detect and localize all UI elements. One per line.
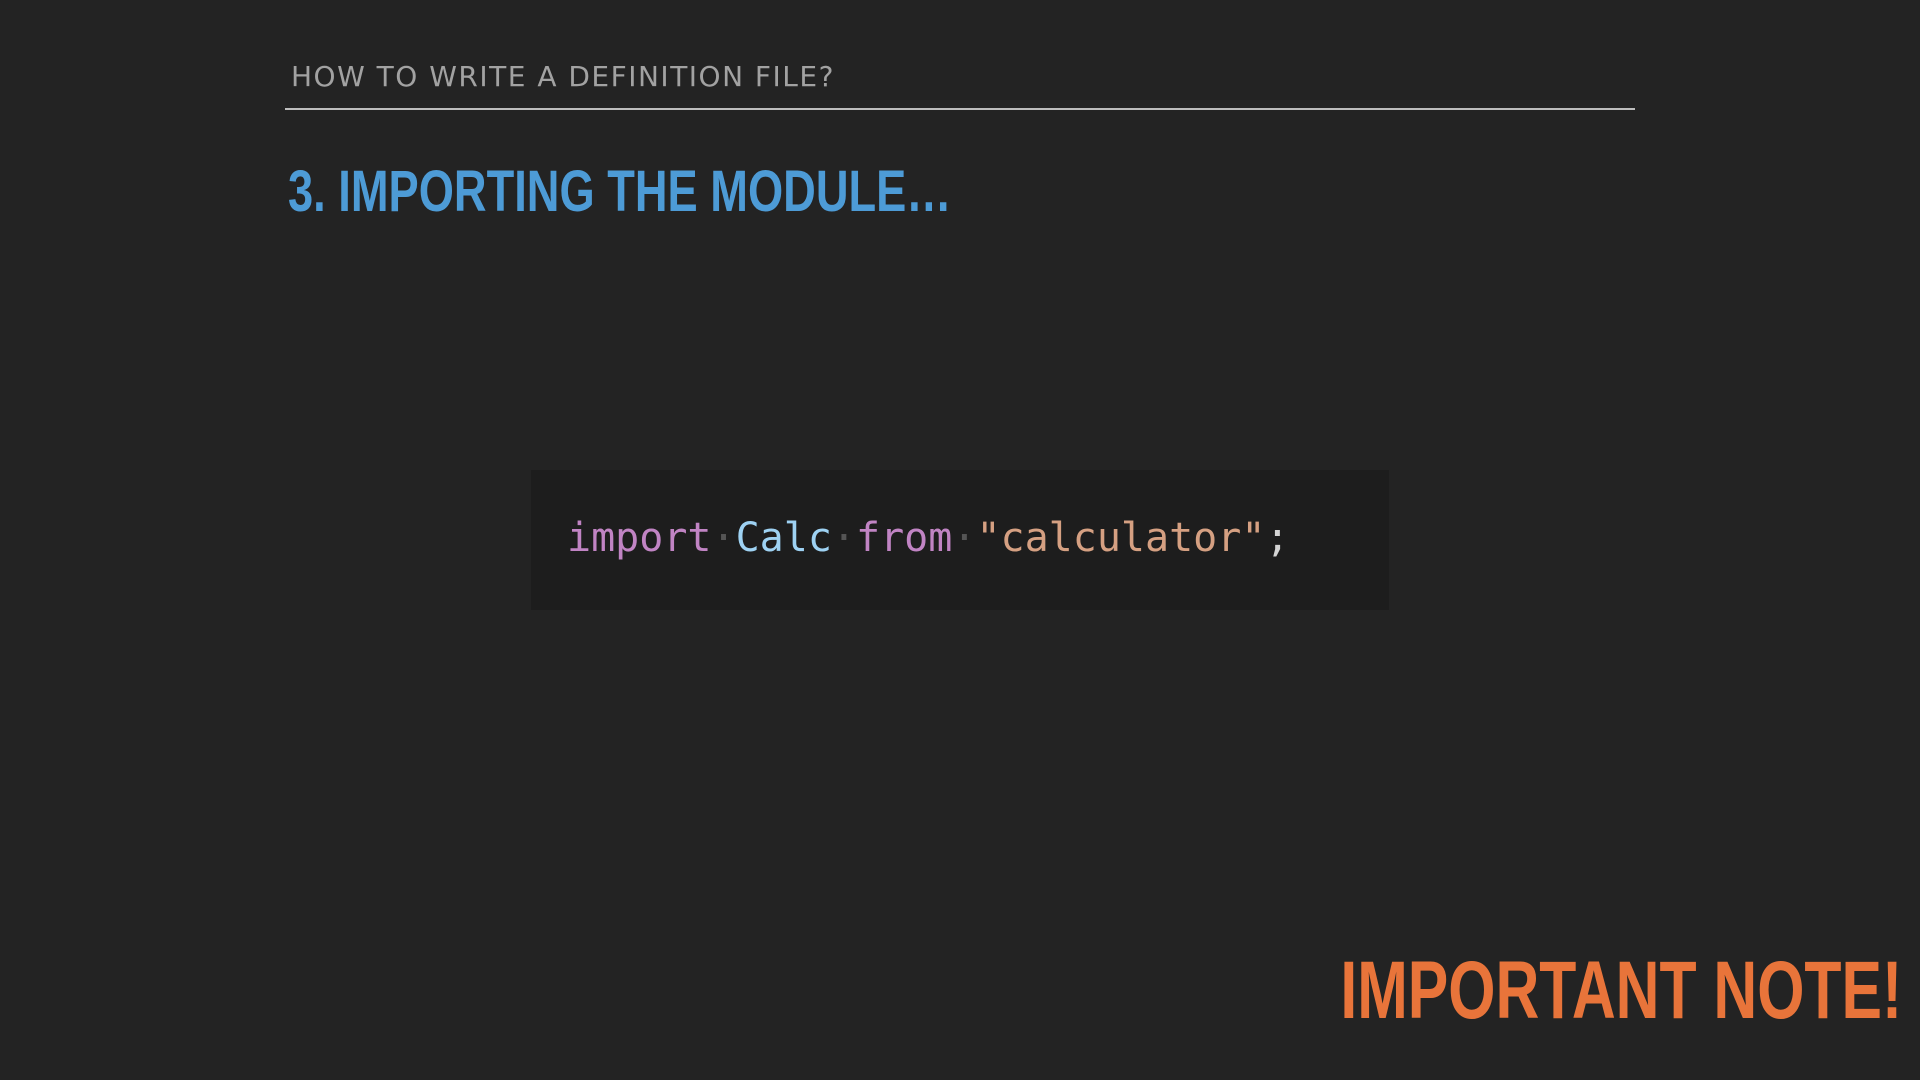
code-identifier: Calc: [735, 515, 832, 561]
important-note: IMPORTANT NOTE!: [1340, 945, 1902, 1036]
code-string: "calculator": [976, 515, 1266, 561]
header-divider: [285, 108, 1635, 110]
code-keyword-import: import: [567, 515, 712, 561]
code-terminator: ;: [1265, 515, 1290, 561]
whitespace-marker: ·: [711, 515, 736, 561]
slide-title: 3. IMPORTING THE MODULE…: [288, 159, 952, 224]
slide-header: HOW TO WRITE A DEFINITION FILE?: [291, 60, 835, 93]
code-keyword-from: from: [856, 515, 953, 561]
presentation-slide: HOW TO WRITE A DEFINITION FILE? 3. IMPOR…: [0, 0, 1920, 1080]
whitespace-marker: ·: [952, 515, 977, 561]
code-line: import·Calc·from·"calculator";: [567, 514, 1290, 562]
code-block: import·Calc·from·"calculator";: [531, 470, 1389, 610]
whitespace-marker: ·: [831, 515, 857, 561]
